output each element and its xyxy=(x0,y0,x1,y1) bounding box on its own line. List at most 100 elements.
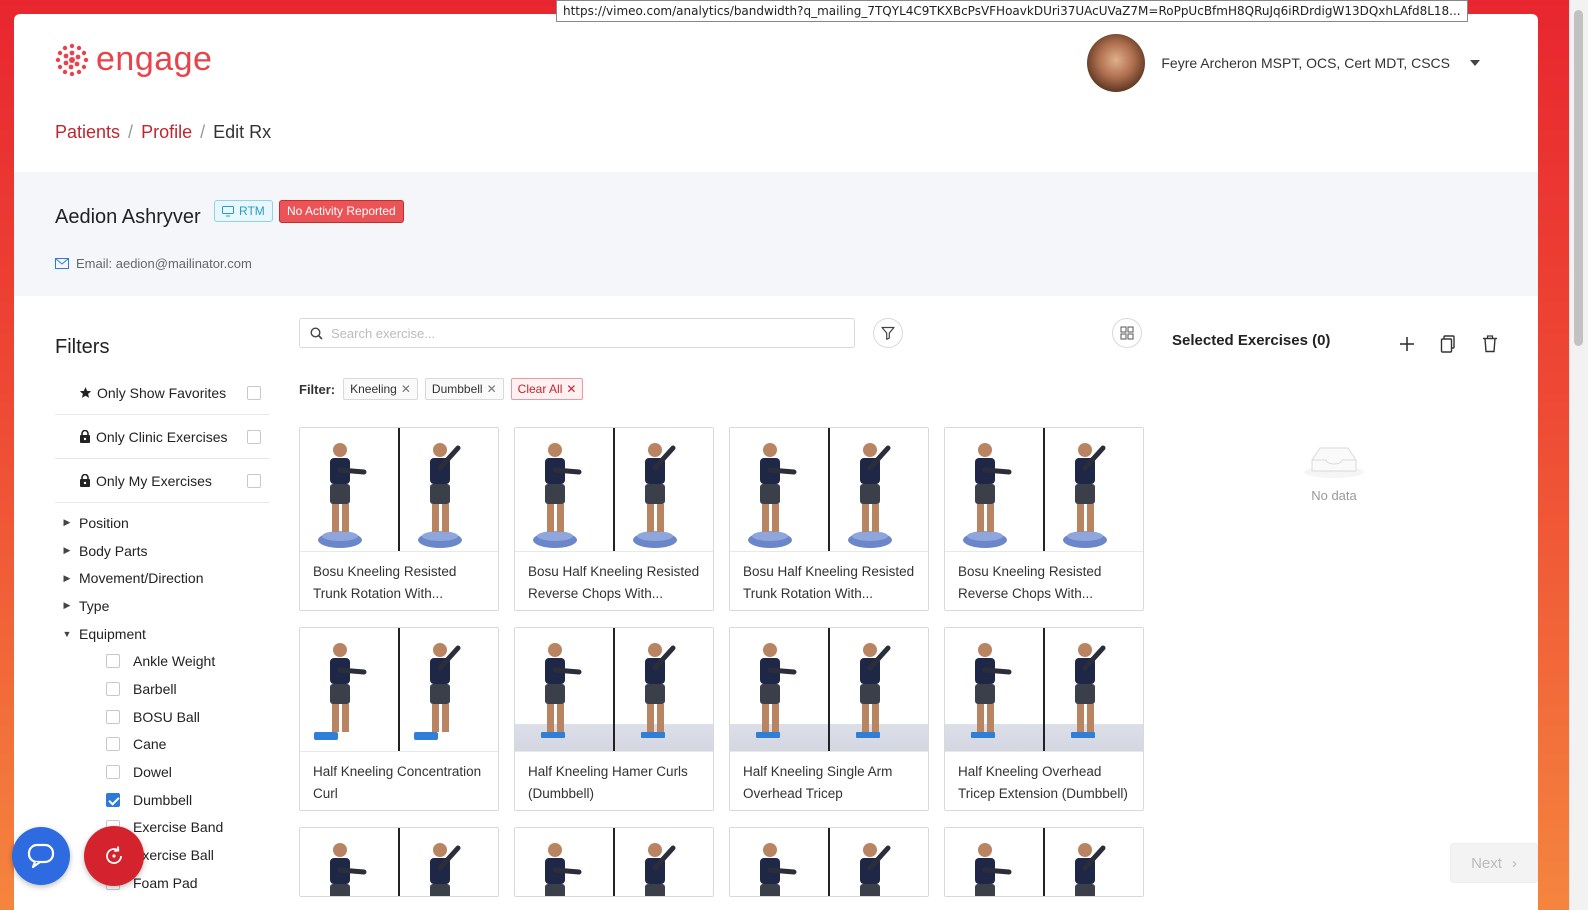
patient-email-text: Email: aedion@mailinator.com xyxy=(76,256,252,271)
user-menu[interactable]: Feyre Archeron MSPT, OCS, Cert MDT, CSCS xyxy=(1087,34,1480,92)
equipment-label: Dowel xyxy=(133,764,172,781)
tree-item-type[interactable]: ▶ Type xyxy=(55,592,269,620)
next-button[interactable]: Next › xyxy=(1450,843,1538,883)
exercise-title[interactable]: Half Kneeling Overhead Tricep Extension … xyxy=(945,752,1143,810)
exercise-thumbnail[interactable] xyxy=(945,628,1143,752)
exercise-card[interactable] xyxy=(299,827,499,897)
tree-item-body-parts[interactable]: ▶ Body Parts xyxy=(55,537,269,565)
exercise-card[interactable]: Half Kneeling Single Arm Overhead Tricep… xyxy=(729,627,929,811)
equipment-bosu-ball[interactable]: BOSU Ball xyxy=(55,703,269,731)
exercise-title[interactable]: Half Kneeling Single Arm Overhead Tricep… xyxy=(730,752,928,810)
mine-checkbox[interactable] xyxy=(247,473,261,488)
exercise-thumbnail[interactable] xyxy=(515,628,713,752)
caret-right-icon[interactable]: ▶ xyxy=(55,573,79,584)
exercise-thumbnail[interactable] xyxy=(945,828,1143,896)
trash-icon[interactable] xyxy=(1480,334,1500,354)
caret-down-icon[interactable]: ▼ xyxy=(55,629,79,639)
clinic-checkbox[interactable] xyxy=(247,429,261,444)
tree-item-position[interactable]: ▶ Position xyxy=(55,509,269,537)
equipment-barbell[interactable]: Barbell xyxy=(55,675,269,703)
equipment-checkbox[interactable] xyxy=(106,737,120,752)
status-badge: No Activity Reported xyxy=(279,200,404,223)
exercise-title[interactable]: Bosu Half Kneeling Resisted Trunk Rotati… xyxy=(730,552,928,610)
exercise-card[interactable]: Bosu Kneeling Resisted Trunk Rotation Wi… xyxy=(299,427,499,611)
tree-item-equipment[interactable]: ▼ Equipment xyxy=(55,620,269,648)
exercise-image-start xyxy=(300,828,398,896)
grid-view-button[interactable] xyxy=(1112,318,1142,348)
exercise-image-start xyxy=(515,828,613,896)
exercise-title[interactable]: Bosu Half Kneeling Resisted Reverse Chop… xyxy=(515,552,713,610)
add-icon[interactable] xyxy=(1397,334,1417,354)
exercise-thumbnail[interactable] xyxy=(515,828,713,896)
caret-right-icon[interactable]: ▶ xyxy=(55,600,79,611)
refresh-button[interactable] xyxy=(84,826,144,886)
chat-button[interactable] xyxy=(12,827,70,885)
exercise-thumbnail[interactable] xyxy=(300,828,498,896)
equipment-checkbox[interactable] xyxy=(106,654,120,669)
exercise-image-end xyxy=(830,628,928,751)
lock-icon xyxy=(80,430,90,443)
equipment-foam-pad[interactable]: Foam Pad xyxy=(55,869,269,897)
caret-right-icon[interactable]: ▶ xyxy=(55,545,79,556)
copy-icon[interactable] xyxy=(1438,334,1458,354)
breadcrumb-separator: / xyxy=(128,122,134,142)
search-input[interactable] xyxy=(329,324,833,342)
equipment-exercise-band[interactable]: Exercise Band xyxy=(55,814,269,842)
exercise-card[interactable]: Half Kneeling Hamer Curls (Dumbbell) xyxy=(514,627,714,811)
close-icon[interactable]: ✕ xyxy=(401,382,411,396)
exercise-card[interactable]: Half Kneeling Overhead Tricep Extension … xyxy=(944,627,1144,811)
breadcrumb-patients[interactable]: Patients xyxy=(55,122,120,143)
exercise-thumbnail[interactable] xyxy=(945,428,1143,552)
toggle-mine[interactable]: Only My Exercises xyxy=(55,459,269,503)
equipment-checkbox[interactable] xyxy=(106,709,120,724)
exercise-thumbnail[interactable] xyxy=(730,428,928,552)
exercise-card[interactable] xyxy=(514,827,714,897)
exercise-title[interactable]: Bosu Kneeling Resisted Reverse Chops Wit… xyxy=(945,552,1143,610)
close-icon[interactable]: ✕ xyxy=(487,382,497,396)
page-scrollbar[interactable] xyxy=(1569,0,1588,910)
caret-right-icon[interactable]: ▶ xyxy=(55,517,79,528)
breadcrumb-profile[interactable]: Profile xyxy=(141,122,192,143)
exercise-thumbnail[interactable] xyxy=(300,428,498,552)
favorites-checkbox[interactable] xyxy=(247,385,261,400)
search-exercise-field[interactable] xyxy=(299,318,855,348)
exercise-thumbnail[interactable] xyxy=(300,628,498,752)
exercise-thumbnail[interactable] xyxy=(515,428,713,552)
exercise-card[interactable]: Half Kneeling Concentration Curl xyxy=(299,627,499,811)
close-icon[interactable]: ✕ xyxy=(566,382,576,396)
scrollbar-thumb[interactable] xyxy=(1574,10,1583,346)
avatar[interactable] xyxy=(1087,34,1146,92)
exercise-card[interactable]: Bosu Half Kneeling Resisted Trunk Rotati… xyxy=(729,427,929,611)
exercise-card[interactable] xyxy=(729,827,929,897)
filter-chip-dumbbell[interactable]: Dumbbell ✕ xyxy=(424,378,504,400)
toggle-clinic[interactable]: Only Clinic Exercises xyxy=(55,415,269,459)
filter-chip-kneeling[interactable]: Kneeling ✕ xyxy=(343,378,418,400)
active-filters: Filter: Kneeling ✕ Dumbbell ✕ Clear All ✕ xyxy=(299,378,584,400)
empty-state: No data xyxy=(1302,438,1366,503)
exercise-card[interactable]: Bosu Kneeling Resisted Reverse Chops Wit… xyxy=(944,427,1144,611)
user-name[interactable]: Feyre Archeron MSPT, OCS, Cert MDT, CSCS xyxy=(1161,55,1450,71)
exercise-card[interactable] xyxy=(944,827,1144,897)
logo[interactable]: engage xyxy=(54,40,212,79)
exercise-title[interactable]: Half Kneeling Concentration Curl xyxy=(300,752,498,810)
equipment-dowel[interactable]: Dowel xyxy=(55,758,269,786)
equipment-dumbbell[interactable]: Dumbbell xyxy=(55,786,269,814)
filter-button[interactable] xyxy=(873,318,903,348)
equipment-label: BOSU Ball xyxy=(133,708,200,725)
equipment-checkbox[interactable] xyxy=(106,765,120,780)
equipment-checkbox-checked[interactable] xyxy=(106,792,120,807)
exercise-thumbnail[interactable] xyxy=(730,628,928,752)
filter-tree: ▶ Position ▶ Body Parts ▶ Movement/Directio… xyxy=(55,509,269,897)
tree-item-movement[interactable]: ▶ Movement/Direction xyxy=(55,564,269,592)
toggle-favorites[interactable]: Only Show Favorites xyxy=(55,371,269,415)
equipment-cane[interactable]: Cane xyxy=(55,731,269,759)
equipment-ankle-weight[interactable]: Ankle Weight xyxy=(55,647,269,675)
clear-all-button[interactable]: Clear All ✕ xyxy=(510,378,584,400)
exercise-title[interactable]: Bosu Kneeling Resisted Trunk Rotation Wi… xyxy=(300,552,498,610)
equipment-checkbox[interactable] xyxy=(106,681,120,696)
exercise-image-end xyxy=(1045,428,1143,551)
chevron-down-icon[interactable] xyxy=(1470,60,1480,66)
exercise-title[interactable]: Half Kneeling Hamer Curls (Dumbbell) xyxy=(515,752,713,810)
exercise-card[interactable]: Bosu Half Kneeling Resisted Reverse Chop… xyxy=(514,427,714,611)
exercise-thumbnail[interactable] xyxy=(730,828,928,896)
